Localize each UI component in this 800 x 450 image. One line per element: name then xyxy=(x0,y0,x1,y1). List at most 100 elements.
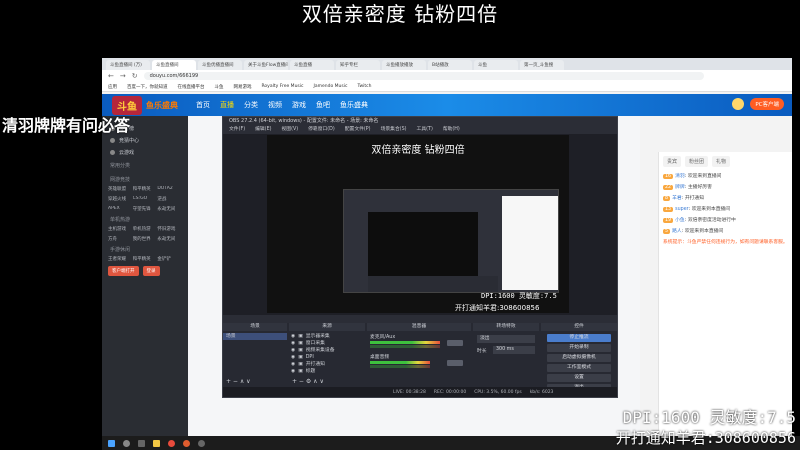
chat-username[interactable]: 羊君 xyxy=(672,196,682,201)
duration-input[interactable]: 300 ms xyxy=(493,346,535,354)
chrome-icon[interactable] xyxy=(168,439,175,447)
netease-icon[interactable] xyxy=(183,439,190,447)
category-link[interactable]: 穿越火线 xyxy=(108,196,133,202)
eye-icon[interactable]: ◉ xyxy=(291,340,295,347)
chat-tab[interactable]: 贵宾 xyxy=(663,156,682,167)
obs-preview[interactable]: 双倍亲密度 钻粉四倍 DPI:1600 灵敏度:7.5 开打通知羊君:30860… xyxy=(267,135,569,313)
lock-icon[interactable]: ▣ xyxy=(298,354,303,361)
obs-menu-item[interactable]: 工具(T) xyxy=(417,126,433,134)
chat-username[interactable]: 小鱼 xyxy=(675,218,685,223)
eye-icon[interactable]: ◉ xyxy=(291,354,295,361)
category-link[interactable]: 我的世界 xyxy=(133,236,158,242)
task-view-icon[interactable] xyxy=(138,439,145,447)
category-link[interactable]: 永劫无间 xyxy=(157,206,182,212)
source-item[interactable]: ◉ ▣ 标题 xyxy=(291,368,365,375)
browser-tab[interactable]: 斗鱼直播间 xyxy=(152,60,196,70)
bookmark-item[interactable]: 百度一下，你就知道 xyxy=(127,84,168,90)
eye-icon[interactable]: ◉ xyxy=(291,347,295,354)
category-link[interactable]: DOTA2 xyxy=(157,186,182,192)
chat-username[interactable]: 牌牌 xyxy=(675,185,685,190)
reload-icon[interactable]: ↻ xyxy=(132,72,138,80)
browser-tab[interactable]: 斗鱼优播直播间 xyxy=(198,60,242,70)
sidebar-item[interactable]: 云游戏 xyxy=(102,146,188,158)
source-item[interactable]: ◉ ▣ 显示器采集 xyxy=(291,333,365,340)
control-button[interactable]: 开始录制 xyxy=(547,344,611,352)
source-item[interactable]: ◉ ▣ 窗口采集 xyxy=(291,340,365,347)
scene-add-icon[interactable]: + − ∧ ∨ xyxy=(226,378,251,385)
lock-icon[interactable]: ▣ xyxy=(298,368,303,375)
lock-icon[interactable]: ▣ xyxy=(298,347,303,354)
category-link[interactable]: 守望先锋 xyxy=(133,206,158,212)
obs-menu-item[interactable]: 文件(F) xyxy=(229,126,245,134)
browser-tab[interactable]: 斗鱼直播间 (万) xyxy=(106,60,150,70)
bookmark-item[interactable]: 网易游戏 xyxy=(234,84,252,90)
file-explorer-icon[interactable] xyxy=(153,439,160,447)
category-link[interactable]: 金铲铲 xyxy=(157,256,182,262)
bookmark-item[interactable]: Royalty Free Music xyxy=(262,84,304,89)
chat-username[interactable]: super xyxy=(675,207,688,212)
obs-menu-item[interactable]: 编辑(E) xyxy=(255,126,271,134)
nav-item[interactable]: 视频 xyxy=(268,100,282,110)
browser-tab[interactable]: 第一页_斗鱼搜 xyxy=(520,60,564,70)
chat-tab[interactable]: 粉丝团 xyxy=(685,156,709,167)
browser-tab[interactable]: 关于斗鱼Flow直播间 xyxy=(244,60,288,70)
category-link[interactable]: 方舟 xyxy=(108,236,133,242)
bookmark-item[interactable]: 应用 xyxy=(108,84,117,90)
control-button[interactable]: 启动虚拟摄像机 xyxy=(547,354,611,362)
source-item[interactable]: ◉ ▣ DPI xyxy=(291,354,365,361)
transition-select[interactable]: 淡出 xyxy=(477,335,535,343)
chat-tab[interactable]: 礼物 xyxy=(712,156,731,167)
bookmark-item[interactable]: 斗鱼 xyxy=(215,84,224,90)
category-link[interactable]: 和平精英 xyxy=(133,186,158,192)
obs-menu-item[interactable]: 配置文件(P) xyxy=(345,126,371,134)
bookmark-item[interactable]: Twitch xyxy=(357,84,371,89)
bookmark-item[interactable]: Jamendo Music xyxy=(314,84,348,89)
browser-tab[interactable]: 斗鱼 xyxy=(474,60,518,70)
nav-item[interactable]: 鱼吧 xyxy=(316,100,330,110)
eye-icon[interactable]: ◉ xyxy=(291,368,295,375)
browser-tab[interactable]: 斗鱼直播 xyxy=(290,60,334,70)
nav-item[interactable]: 分类 xyxy=(244,100,258,110)
back-icon[interactable]: ← xyxy=(108,72,114,80)
client-open-button[interactable]: 客户端打开 xyxy=(108,266,139,276)
control-button[interactable]: 设置 xyxy=(547,374,611,382)
browser-tab[interactable]: B站播放 xyxy=(428,60,472,70)
chat-username[interactable]: 清羽 xyxy=(675,174,685,179)
category-link[interactable]: 英雄联盟 xyxy=(108,186,133,192)
category-link[interactable]: APEX xyxy=(108,206,133,212)
windows-start-icon[interactable] xyxy=(108,439,115,447)
obs-menu-item[interactable]: 视图(V) xyxy=(281,126,298,134)
lock-icon[interactable]: ▣ xyxy=(298,340,303,347)
chat-username[interactable]: 路人 xyxy=(672,229,682,234)
avatar[interactable] xyxy=(732,98,745,110)
browser-tab[interactable]: 斗鱼播放播放 xyxy=(382,60,426,70)
category-link[interactable]: 永劫无间 xyxy=(157,236,182,242)
control-button[interactable]: 工作室模式 xyxy=(547,364,611,372)
category-link[interactable]: 主机游戏 xyxy=(108,226,133,232)
eye-icon[interactable]: ◉ xyxy=(291,333,295,340)
nav-item[interactable]: 直播 xyxy=(220,100,234,110)
obs-menu-item[interactable]: 场景集合(S) xyxy=(381,126,407,134)
control-button[interactable]: 停止推流 xyxy=(547,334,611,342)
browser-tab[interactable]: 知乎专栏 xyxy=(336,60,380,70)
search-icon[interactable] xyxy=(123,439,130,447)
category-link[interactable]: 逆战 xyxy=(157,196,182,202)
obs-menu-item[interactable]: 停靠窗口(D) xyxy=(308,126,335,134)
mixer-volume-slider-1[interactable] xyxy=(447,340,463,346)
category-link[interactable]: 怀旧游戏 xyxy=(157,226,182,232)
category-link[interactable]: 和平精英 xyxy=(133,256,158,262)
bookmark-item[interactable]: 在线直播平台 xyxy=(178,84,205,90)
nav-item[interactable]: 鱼乐盛典 xyxy=(340,100,368,110)
category-link[interactable]: 王者荣耀 xyxy=(108,256,133,262)
source-add-icon[interactable]: + − ⚙ ∧ ∨ xyxy=(292,378,324,385)
category-link[interactable]: 单机热游 xyxy=(133,226,158,232)
category-link[interactable]: CS:GO xyxy=(133,196,158,202)
forward-icon[interactable]: → xyxy=(120,72,126,80)
scene-item[interactable]: 场景 xyxy=(223,333,287,340)
address-bar[interactable]: douyu.com/666199 xyxy=(143,72,704,80)
pc-client-button[interactable]: PC客户端 xyxy=(750,98,784,110)
lock-icon[interactable]: ▣ xyxy=(298,361,303,368)
lock-icon[interactable]: ▣ xyxy=(298,333,303,340)
nav-item[interactable]: 首页 xyxy=(196,100,210,110)
nav-item[interactable]: 游戏 xyxy=(292,100,306,110)
